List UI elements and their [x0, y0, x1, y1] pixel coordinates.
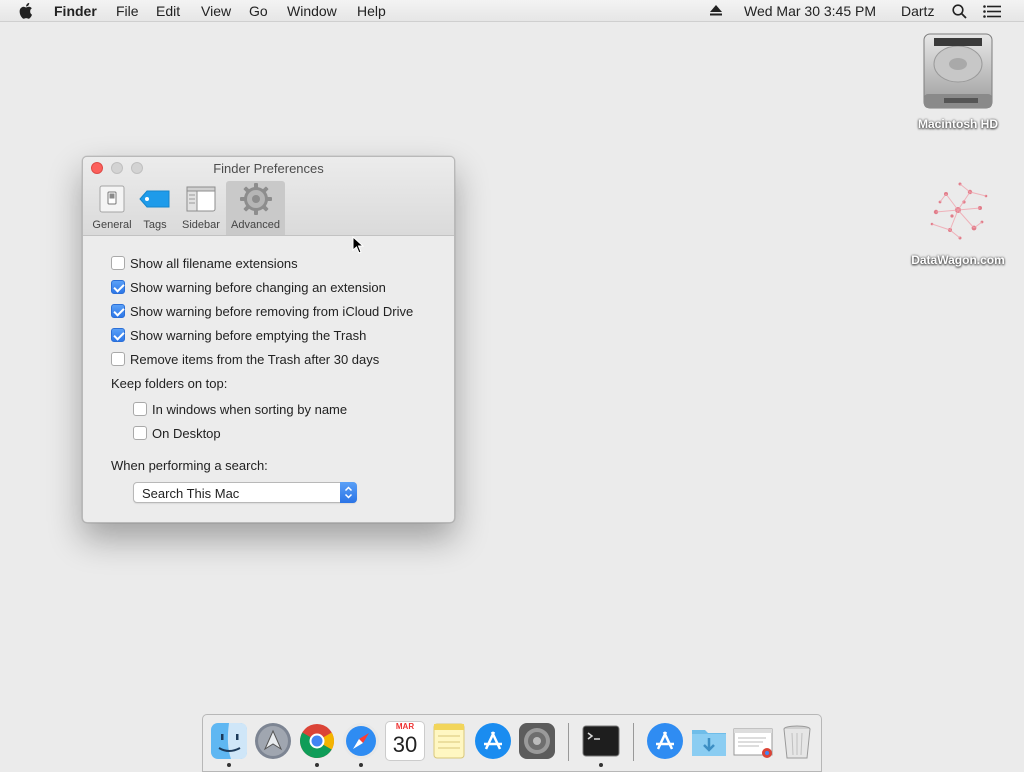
checkbox[interactable]: [111, 304, 125, 318]
dock-separator: [633, 723, 634, 761]
terminal-icon[interactable]: [581, 721, 621, 761]
menu-bar: Finder File Edit View Go Window Help Wed…: [0, 0, 1024, 22]
desktop-icon-label: Macintosh HD: [917, 117, 998, 131]
desktop-icon-macintosh-hd[interactable]: Macintosh HD: [903, 32, 1013, 131]
menu-go[interactable]: Go: [249, 3, 268, 19]
sidebar-icon: [186, 186, 216, 212]
running-indicator: [599, 763, 603, 767]
option-warn-icloud-remove[interactable]: Show warning before removing from iCloud…: [111, 302, 413, 320]
window-title: Finder Preferences: [213, 161, 324, 176]
tab-label: Tags: [143, 219, 167, 231]
calendar-month: MAR: [395, 722, 415, 731]
option-show-extensions[interactable]: Show all filename extensions: [111, 254, 298, 272]
option-remove-trash-30-days[interactable]: Remove items from the Trash after 30 day…: [111, 350, 379, 368]
option-folders-top-desktop[interactable]: On Desktop: [133, 424, 221, 442]
datawagon-icon: [930, 182, 988, 240]
checkbox-label: Remove items from the Trash after 30 day…: [130, 351, 380, 367]
apple-logo[interactable]: [19, 2, 35, 19]
notification-center-icon[interactable]: [983, 5, 1001, 18]
checkbox-label: In windows when sorting by name: [152, 401, 348, 417]
running-indicator: [359, 763, 363, 767]
spotlight-icon[interactable]: [952, 4, 967, 19]
mouse-pointer-icon: [352, 236, 364, 254]
launchpad-icon[interactable]: [253, 721, 293, 761]
finder-preferences-window: Finder Preferences General Tags Sidebar …: [82, 156, 455, 523]
desktop-icon-label: DataWagon.com: [911, 253, 1005, 267]
safari-icon[interactable]: [341, 721, 381, 761]
running-indicator: [227, 763, 231, 767]
menu-edit[interactable]: Edit: [156, 3, 180, 19]
notes-icon[interactable]: [429, 721, 469, 761]
running-indicator: [315, 763, 319, 767]
calendar-day: 30: [392, 732, 418, 757]
menu-file[interactable]: File: [116, 3, 139, 19]
dock-separator: [568, 723, 569, 761]
tab-advanced[interactable]: Advanced: [226, 181, 285, 235]
checkbox[interactable]: [133, 426, 147, 440]
search-scope-popup[interactable]: Search This Mac: [133, 482, 357, 503]
gear-icon: [239, 183, 272, 215]
tab-tags[interactable]: Tags: [135, 181, 175, 235]
checkbox-label: Show warning before changing an extensio…: [130, 279, 386, 295]
app-store-icon[interactable]: [473, 721, 513, 761]
search-scope-label: When performing a search:: [111, 458, 268, 473]
eject-icon[interactable]: [710, 5, 722, 16]
tab-sidebar[interactable]: Sidebar: [177, 181, 225, 235]
applications-folder-icon[interactable]: [645, 721, 685, 761]
chevron-up-down-icon: [344, 486, 353, 499]
checkbox-label: Show all filename extensions: [130, 255, 298, 271]
document-icon[interactable]: [733, 721, 773, 761]
checkbox[interactable]: [133, 402, 147, 416]
system-preferences-icon[interactable]: [517, 721, 557, 761]
option-warn-empty-trash[interactable]: Show warning before emptying the Trash: [111, 326, 366, 344]
checkbox-label: Show warning before emptying the Trash: [130, 327, 367, 343]
calendar-icon[interactable]: MAR 30: [385, 721, 425, 761]
desktop-icon-datawagon[interactable]: DataWagon.com: [903, 172, 1013, 267]
tab-label: Advanced: [231, 219, 280, 231]
tag-icon: [139, 190, 170, 208]
checkbox[interactable]: [111, 256, 125, 270]
menu-help[interactable]: Help: [357, 3, 386, 19]
tab-label: Sidebar: [182, 219, 220, 231]
hard-drive-icon: [923, 33, 993, 109]
menu-user[interactable]: Dartz: [901, 3, 934, 19]
checkbox[interactable]: [111, 328, 125, 342]
downloads-folder-icon[interactable]: [689, 721, 729, 761]
tab-general[interactable]: General: [87, 181, 137, 235]
dock: MAR 30: [202, 714, 822, 772]
menu-clock[interactable]: Wed Mar 30 3:45 PM: [744, 3, 876, 19]
popup-arrows[interactable]: [340, 482, 357, 503]
checkbox[interactable]: [111, 280, 125, 294]
chrome-icon[interactable]: [297, 721, 337, 761]
popup-value: Search This Mac: [142, 486, 240, 501]
menu-window[interactable]: Window: [287, 3, 337, 19]
tab-label: General: [92, 219, 132, 231]
trash-icon[interactable]: [777, 721, 817, 761]
option-folders-top-windows[interactable]: In windows when sorting by name: [133, 400, 347, 418]
finder-icon[interactable]: [209, 721, 249, 761]
option-warn-extension-change[interactable]: Show warning before changing an extensio…: [111, 278, 386, 296]
checkbox[interactable]: [111, 352, 125, 366]
checkbox-label: On Desktop: [152, 425, 221, 441]
keep-folders-label: Keep folders on top:: [111, 376, 228, 391]
checkbox-label: Show warning before removing from iCloud…: [130, 303, 414, 319]
titlebar: Finder Preferences General Tags Sidebar …: [83, 157, 454, 236]
general-switch-icon: [99, 185, 125, 213]
menu-app-name[interactable]: Finder: [54, 3, 97, 19]
menu-view[interactable]: View: [201, 3, 231, 19]
